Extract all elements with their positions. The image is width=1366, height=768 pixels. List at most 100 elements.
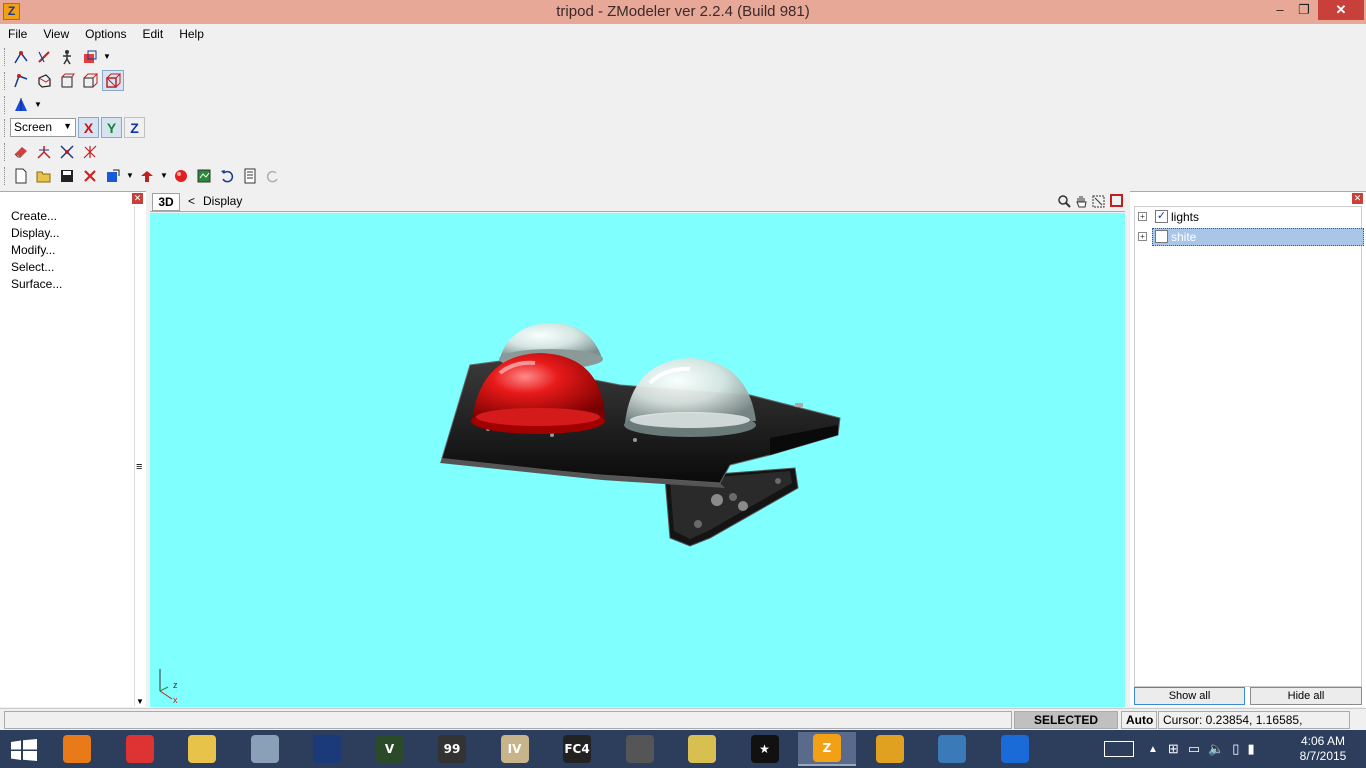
save-icon[interactable] <box>56 165 78 186</box>
battery-icon[interactable]: ▯ <box>1232 741 1239 757</box>
menu-options[interactable]: Options <box>77 24 134 42</box>
show-all-button[interactable]: Show all <box>1134 687 1245 705</box>
taskbar-app-file-explorer[interactable] <box>173 732 231 766</box>
move-axis-icon[interactable] <box>33 141 55 162</box>
maximize-viewport-icon[interactable] <box>1110 194 1123 207</box>
menu-help[interactable]: Help <box>171 24 212 42</box>
render-shading-icon[interactable] <box>10 94 32 115</box>
command-modify[interactable]: Modify... <box>11 242 62 259</box>
render-ball-icon[interactable] <box>170 165 192 186</box>
tray-expand-icon[interactable]: ▲ <box>1148 744 1158 755</box>
command-display[interactable]: Display... <box>11 225 62 242</box>
taskbar-app-photos[interactable] <box>923 732 981 766</box>
toolbar-grip[interactable] <box>4 142 7 161</box>
taskbar-app-openiv[interactable]: 99 <box>423 732 481 766</box>
taskbar-app-audacity[interactable] <box>861 732 919 766</box>
menu-edit[interactable]: Edit <box>135 24 172 42</box>
tree-item-shite[interactable]: + shite <box>1135 227 1364 247</box>
axis-z-toggle[interactable]: Z <box>124 117 145 138</box>
redo-icon[interactable] <box>262 165 284 186</box>
import-icon[interactable] <box>102 165 124 186</box>
dropdown-arrow-icon[interactable]: ▼ <box>102 46 112 67</box>
volume-icon[interactable]: 🔈 <box>1208 741 1224 757</box>
expand-icon[interactable]: + <box>1138 232 1147 241</box>
pan-hand-icon[interactable] <box>1073 192 1090 210</box>
windows-start-icon[interactable] <box>10 739 38 761</box>
taskbar-app-zmodeler[interactable]: Z <box>798 732 856 766</box>
command-panel-scrollbar[interactable]: ≡ ▼ <box>134 206 144 706</box>
toolbar-grip[interactable] <box>4 166 7 185</box>
zoom-extents-icon[interactable] <box>1090 192 1107 210</box>
dropdown-arrow-icon[interactable]: ▼ <box>33 94 43 115</box>
menu-view[interactable]: View <box>35 24 77 42</box>
open-folder-icon[interactable] <box>33 165 55 186</box>
level-all-icon[interactable] <box>102 70 124 91</box>
delete-icon[interactable] <box>79 165 101 186</box>
zoom-icon[interactable] <box>1056 192 1073 210</box>
level-object-icon[interactable] <box>79 70 101 91</box>
taskbar-app-gta-iv[interactable]: IV <box>486 732 544 766</box>
status-mode[interactable]: SELECTED MODE <box>1014 711 1118 743</box>
taskbar-app-app-transformers[interactable] <box>611 732 669 766</box>
scroll-down-icon[interactable]: ▼ <box>136 697 144 706</box>
viewport-mode-tag[interactable]: 3D <box>152 193 180 211</box>
toolbar-grip[interactable] <box>4 118 7 137</box>
scale-axis-icon[interactable] <box>79 141 101 162</box>
visibility-checkbox[interactable] <box>1155 230 1168 243</box>
level-polygon-icon[interactable] <box>33 70 55 91</box>
wifi-signal-icon[interactable]: ▮ <box>1247 741 1254 757</box>
taskbar-app-app-badge[interactable]: ★ <box>736 732 794 766</box>
taskbar-app-app-folder[interactable] <box>673 732 731 766</box>
eraser-icon[interactable] <box>10 141 32 162</box>
3d-viewport[interactable]: z x <box>150 213 1125 707</box>
close-icon[interactable]: ✕ <box>132 193 143 204</box>
taskbar-app-far-cry-4[interactable]: FC4 <box>548 732 606 766</box>
close-icon[interactable]: ✕ <box>1352 193 1363 204</box>
select-object-icon[interactable] <box>79 46 101 67</box>
texture-icon[interactable] <box>193 165 215 186</box>
clear-dome-right <box>624 358 756 437</box>
command-create[interactable]: Create... <box>11 208 62 225</box>
dropdown-arrow-icon[interactable]: ▼ <box>159 165 169 186</box>
taskbar-app-lcpdfr[interactable] <box>298 732 356 766</box>
history-list-icon[interactable] <box>239 165 261 186</box>
toolbar-grip[interactable] <box>4 71 7 90</box>
keyboard-icon[interactable] <box>1104 741 1134 757</box>
select-edge-icon[interactable] <box>33 46 55 67</box>
taskbar-app-chrome[interactable] <box>111 732 169 766</box>
monitor-icon[interactable]: ▭ <box>1188 741 1200 757</box>
new-file-icon[interactable] <box>10 165 32 186</box>
level-vertex-icon[interactable] <box>10 70 32 91</box>
coord-system-select[interactable]: Screen ▼ <box>10 118 76 137</box>
rotate-axis-icon[interactable] <box>56 141 78 162</box>
audacity-icon <box>875 735 904 763</box>
undo-icon[interactable] <box>216 165 238 186</box>
command-surface[interactable]: Surface... <box>11 276 62 293</box>
axis-x-toggle[interactable]: X <box>78 117 99 138</box>
export-icon[interactable] <box>136 165 158 186</box>
toolbar-grip[interactable] <box>4 47 7 66</box>
action-center-icon[interactable]: ⊞ <box>1168 741 1179 757</box>
taskbar-app-task-manager[interactable] <box>236 732 294 766</box>
level-surface-icon[interactable] <box>56 70 78 91</box>
hide-all-button[interactable]: Hide all <box>1250 687 1362 705</box>
tree-item-lights[interactable]: + ✓ lights <box>1135 207 1361 227</box>
command-select[interactable]: Select... <box>11 259 62 276</box>
dropdown-arrow-icon[interactable]: ▼ <box>125 165 135 186</box>
viewport-back-button[interactable]: < <box>188 194 195 208</box>
taskbar-app-media-player[interactable] <box>48 732 106 766</box>
maximize-button[interactable]: ❐ <box>1290 0 1318 20</box>
expand-icon[interactable]: + <box>1138 212 1147 221</box>
select-figure-icon[interactable] <box>56 46 78 67</box>
axis-y-toggle[interactable]: Y <box>101 117 122 138</box>
visibility-checkbox[interactable]: ✓ <box>1155 210 1168 223</box>
status-snap[interactable]: Auto <box>1121 711 1157 729</box>
close-button[interactable]: ✕ <box>1318 0 1364 20</box>
menu-file[interactable]: File <box>0 24 35 42</box>
taskbar-app-gta-v[interactable]: V <box>361 732 419 766</box>
select-vertex-icon[interactable] <box>10 46 32 67</box>
clock[interactable]: 4:06 AM 8/7/2015 <box>1290 734 1356 764</box>
taskbar-app-mail[interactable] <box>986 732 1044 766</box>
toolbar-grip[interactable] <box>4 95 7 114</box>
scroll-grip-icon[interactable]: ≡ <box>136 461 142 473</box>
